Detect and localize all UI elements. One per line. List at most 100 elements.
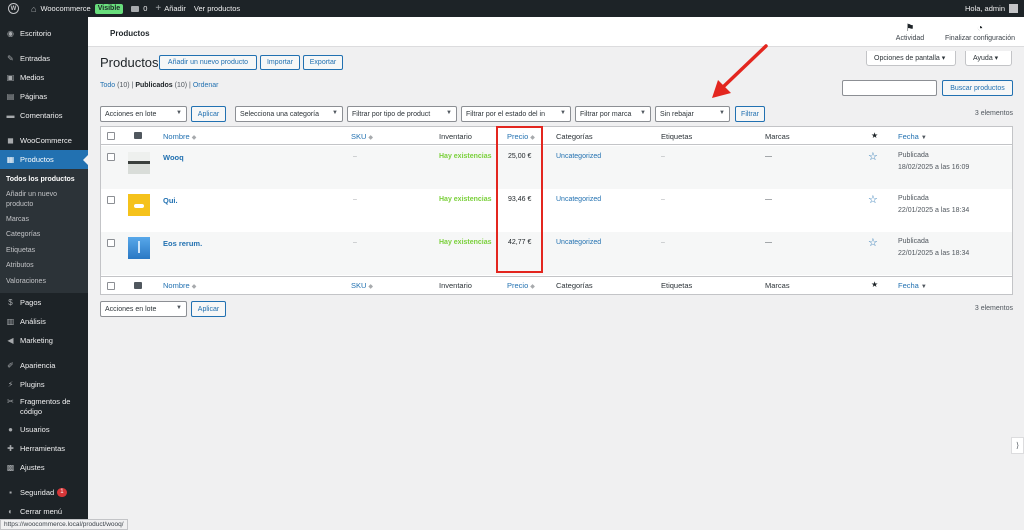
menu-apariencia[interactable]: ✐ Apariencia: [0, 356, 88, 375]
product-type-select[interactable]: Filtrar por tipo de product ▼: [347, 106, 457, 122]
category-link[interactable]: Uncategorized: [556, 153, 601, 160]
menu-marketing[interactable]: ◀ Marketing: [0, 331, 88, 350]
submenu-add-product[interactable]: Añadir un nuevo producto: [0, 188, 88, 212]
menu-paginas[interactable]: ▤ Páginas: [0, 87, 88, 106]
product-name-link[interactable]: Eos rerum.: [163, 239, 202, 248]
column-date[interactable]: Fecha ▼: [898, 281, 927, 290]
publish-date: 18/02/2025 a las 16:09: [898, 164, 970, 171]
menu-productos[interactable]: ▦ Productos: [0, 150, 88, 169]
featured-star-icon[interactable]: ★: [871, 131, 878, 140]
select-all-checkbox[interactable]: [107, 132, 115, 140]
menu-escritorio[interactable]: ◉ Escritorio: [0, 24, 88, 43]
bulk-action-select-bottom[interactable]: Acciones en lote ▼: [100, 301, 187, 317]
menu-analisis[interactable]: ▥ Análisis: [0, 312, 88, 331]
row-checkbox[interactable]: [107, 196, 115, 204]
menu-label: Medios: [20, 73, 45, 82]
tags-value: –: [661, 196, 665, 203]
menu-seguridad[interactable]: ▪ Seguridad 1: [0, 483, 88, 502]
submenu-tags[interactable]: Etiquetas: [0, 243, 88, 259]
column-tags: Etiquetas: [661, 132, 693, 141]
filter-all-link[interactable]: Todo (10): [100, 82, 130, 89]
menu-comentarios[interactable]: ▬ Comentarios: [0, 106, 88, 125]
add-new-product-button[interactable]: Añadir un nuevo producto: [159, 55, 257, 70]
menu-plugins[interactable]: ⚡ Plugins: [0, 375, 88, 394]
column-name[interactable]: Nombre ◆: [163, 281, 196, 290]
row-checkbox[interactable]: [107, 153, 115, 161]
bulk-action-select[interactable]: Acciones en lote ▼: [100, 106, 187, 122]
menu-woocommerce[interactable]: ◼ WooCommerce: [0, 131, 88, 150]
import-button[interactable]: Importar: [260, 55, 300, 70]
screen-options-button[interactable]: Opciones de pantalla ▾: [866, 51, 956, 66]
side-panel-handle-icon[interactable]: ⟩: [1011, 437, 1024, 454]
wordpress-logo-icon[interactable]: W: [8, 3, 19, 14]
column-sku[interactable]: SKU ◆: [351, 132, 373, 141]
menu-label: Productos: [20, 155, 54, 164]
chevron-down-icon: ▼: [444, 110, 452, 116]
column-tags: Etiquetas: [661, 281, 693, 290]
menu-pagos[interactable]: $ Pagos: [0, 293, 88, 312]
product-thumbnail[interactable]: [128, 152, 150, 174]
featured-star-icon[interactable]: ☆: [868, 193, 878, 206]
export-button[interactable]: Exportar: [303, 55, 343, 70]
price-column-highlight: [496, 126, 543, 273]
product-thumbnail[interactable]: [128, 237, 150, 259]
menu-entradas[interactable]: ✎ Entradas: [0, 49, 88, 68]
filter-published-link[interactable]: Publicados (10): [135, 82, 187, 89]
my-account[interactable]: Hola, admin: [965, 4, 1018, 13]
help-button[interactable]: Ayuda ▾: [965, 51, 1012, 66]
column-sku[interactable]: SKU ◆: [351, 281, 373, 290]
category-link[interactable]: Uncategorized: [556, 239, 601, 246]
date-cell: Publicada 22/01/2025 a las 18:34: [898, 236, 969, 260]
site-name-link[interactable]: ⌂ Woocommerce Visible: [31, 3, 124, 14]
column-price[interactable]: Precio ◆: [507, 281, 535, 290]
megaphone-icon: ◀: [7, 336, 14, 345]
filter-button[interactable]: Filtrar: [735, 106, 765, 122]
select-all-checkbox-footer[interactable]: [107, 282, 115, 290]
submenu-attributes[interactable]: Atributos: [0, 258, 88, 274]
tags-value: –: [661, 153, 665, 160]
activity-button[interactable]: ⚑ Actividad: [890, 22, 930, 42]
stock-status-select[interactable]: Filtrar por el estado del in ▼: [461, 106, 571, 122]
menu-usuarios[interactable]: ● Usuarios: [0, 420, 88, 439]
product-name-link[interactable]: Wooq: [163, 153, 184, 162]
sale-status-select[interactable]: Sin rebajar ▼: [655, 106, 730, 122]
table-footer: Nombre ◆ SKU ◆ Inventario Precio ◆ Categorí…: [101, 276, 1012, 294]
new-label: Añadir: [164, 4, 186, 13]
status-filter-links: Todo (10) | Publicados (10) | Ordenar: [100, 82, 219, 89]
products-table: Nombre ◆ SKU ◆ Inventario Precio ◆ Categorí…: [100, 126, 1013, 295]
column-name[interactable]: Nombre ◆: [163, 132, 196, 141]
product-name-link[interactable]: Qui.: [163, 196, 178, 205]
tags-value: –: [661, 239, 665, 246]
view-products-link[interactable]: Ver productos: [194, 4, 240, 13]
column-categories: Categorías: [556, 132, 593, 141]
submenu-all-products[interactable]: Todos los productos: [0, 172, 88, 188]
apply-button-top[interactable]: Aplicar: [191, 106, 226, 122]
product-thumbnail[interactable]: [128, 194, 150, 216]
column-date[interactable]: Fecha ▼: [898, 132, 927, 141]
comments-link[interactable]: 0: [131, 4, 147, 13]
submenu-categories[interactable]: Categorías: [0, 227, 88, 243]
category-link[interactable]: Uncategorized: [556, 196, 601, 203]
featured-star-icon[interactable]: ★: [871, 280, 878, 289]
collapse-icon: ◐: [8, 507, 13, 516]
menu-fragmentos[interactable]: ✂ Fragmentos de código: [0, 394, 88, 420]
home-icon: ⌂: [31, 3, 37, 14]
brand-select[interactable]: Filtrar por marca ▼: [575, 106, 651, 122]
menu-medios[interactable]: ▣ Medios: [0, 68, 88, 87]
category-select[interactable]: Selecciona una categoría ▼: [235, 106, 343, 122]
submenu-reviews[interactable]: Valoraciones: [0, 274, 88, 290]
featured-star-icon[interactable]: ☆: [868, 150, 878, 163]
sort-link[interactable]: Ordenar: [193, 82, 219, 89]
menu-ajustes[interactable]: ▩ Ajustes: [0, 458, 88, 477]
menu-herramientas[interactable]: ✚ Herramientas: [0, 439, 88, 458]
featured-star-icon[interactable]: ☆: [868, 236, 878, 249]
submenu-brands[interactable]: Marcas: [0, 212, 88, 228]
search-products-button[interactable]: Buscar productos: [942, 80, 1013, 96]
new-content-link[interactable]: + Añadir: [155, 3, 186, 13]
search-input[interactable]: [842, 80, 937, 96]
menu-label: Entradas: [20, 54, 51, 63]
row-checkbox[interactable]: [107, 239, 115, 247]
brands-value: —: [765, 239, 772, 246]
finish-setup-button[interactable]: ◔ Finalizar configuración: [940, 22, 1020, 42]
apply-button-bottom[interactable]: Aplicar: [191, 301, 226, 317]
